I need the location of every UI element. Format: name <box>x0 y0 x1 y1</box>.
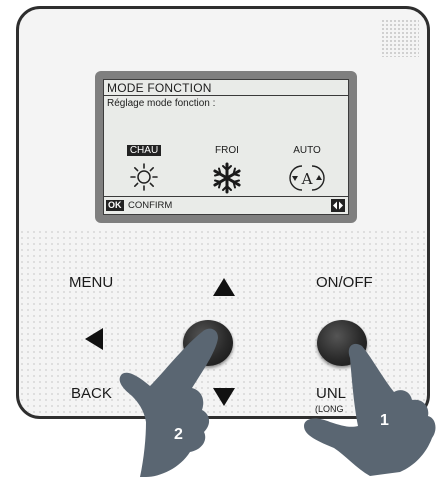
mode-option-heat[interactable]: CHAU <box>114 140 174 192</box>
lcd-subtitle: Réglage mode fonction : <box>107 98 216 109</box>
lcd-title-divider <box>104 95 348 96</box>
ok-badge: OK <box>106 200 124 211</box>
left-arrow-button[interactable] <box>84 327 104 351</box>
sun-icon <box>130 163 158 191</box>
left-right-arrows-icon <box>331 199 345 212</box>
lcd-footer-divider <box>104 196 348 197</box>
confirm-label: CONFIRM <box>128 200 173 211</box>
lcd-title: MODE FONCTION <box>107 81 212 95</box>
snowflake-icon <box>213 162 241 194</box>
callout-step-1: 1 <box>380 412 389 429</box>
menu-button-label[interactable]: MENU <box>69 274 113 291</box>
callout-step-2: 2 <box>174 426 183 443</box>
mode-label-heat: CHAU <box>126 145 162 156</box>
mode-option-cool[interactable]: FROI <box>197 140 257 194</box>
mode-label-auto: AUTO <box>293 145 321 156</box>
pointing-hand-right <box>304 343 436 476</box>
up-arrow-button[interactable] <box>212 277 236 297</box>
auto-mode-icon: A <box>289 165 325 191</box>
mode-label-cool: FROI <box>215 145 239 156</box>
speaker-grille <box>381 19 419 57</box>
lcd-frame: MODE FONCTION Réglage mode fonction : CH… <box>95 71 357 223</box>
svg-text:A: A <box>301 170 313 188</box>
pointing-hand-left <box>119 328 218 477</box>
mode-option-auto[interactable]: AUTO A <box>277 140 337 194</box>
back-button-label[interactable]: BACK <box>71 385 112 402</box>
on-off-button-label[interactable]: ON/OFF <box>316 274 373 291</box>
lcd-screen: MODE FONCTION Réglage mode fonction : CH… <box>103 79 349 215</box>
